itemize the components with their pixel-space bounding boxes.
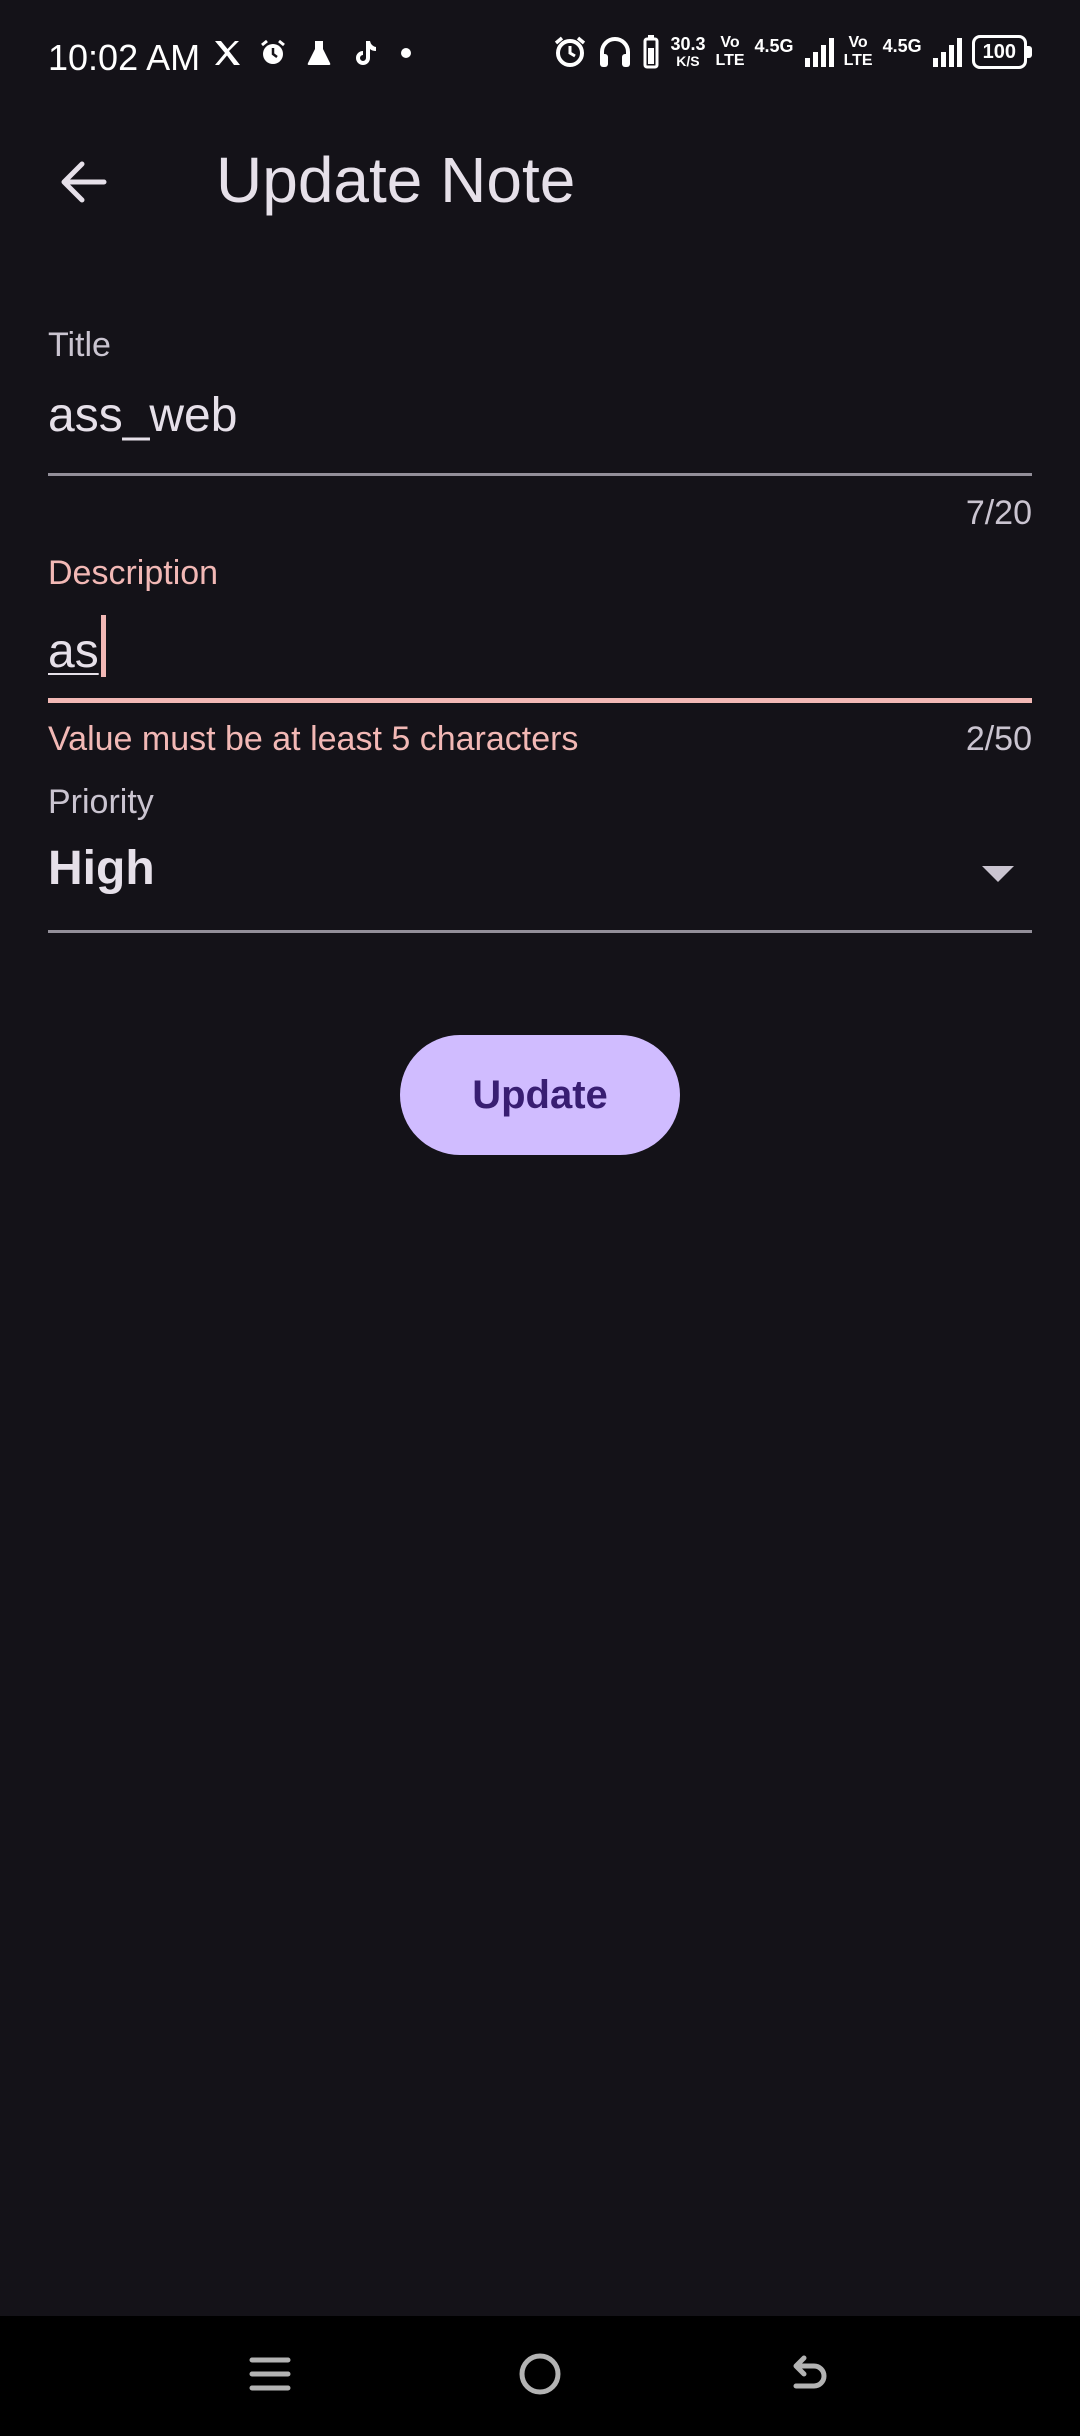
description-input[interactable]: as	[48, 615, 106, 681]
signal-icon	[804, 36, 834, 68]
recent-apps-button[interactable]	[234, 2340, 306, 2412]
title-input[interactable]: ass_web	[48, 387, 237, 445]
nav-back-button[interactable]	[774, 2340, 846, 2412]
network-type-1: 4.5G	[754, 36, 794, 56]
dropdown-arrow-icon[interactable]	[982, 866, 1014, 882]
app-bar: Update Note	[0, 118, 1080, 238]
page-title: Update Note	[216, 144, 576, 216]
title-underline	[48, 473, 1032, 476]
home-button[interactable]	[504, 2340, 576, 2412]
description-underline	[48, 698, 1032, 703]
x-icon	[212, 38, 242, 68]
signal-icon	[932, 36, 962, 68]
back-icon	[786, 2350, 834, 2403]
arrow-left-icon	[56, 154, 112, 215]
title-counter: 7/20	[965, 494, 1032, 532]
volte-top: Vo	[848, 34, 868, 51]
alarm-icon	[552, 34, 588, 70]
description-counter: 2/50	[965, 720, 1032, 758]
notification-icons	[212, 38, 416, 68]
dot-icon	[396, 38, 416, 68]
alarm-icon	[258, 38, 288, 68]
network-speed-value: 30.3	[670, 34, 706, 54]
title-field[interactable]: Title ass_web 7/20	[48, 325, 1032, 532]
volte-indicator-1: Vo LTE	[716, 34, 745, 70]
description-value: as	[48, 625, 99, 678]
menu-icon	[248, 2352, 292, 2401]
system-icons: 30.3 K/S Vo LTE 4.5G Vo LTE 4.5G 100	[552, 34, 1032, 70]
network-speed: 30.3 K/S	[670, 35, 705, 69]
description-label: Description	[48, 554, 219, 592]
description-field[interactable]: Description as Value must be at least 5 …	[48, 553, 1032, 763]
description-error-text: Value must be at least 5 characters	[48, 720, 579, 758]
battery-level: 100	[971, 35, 1027, 69]
home-icon	[516, 2350, 564, 2403]
title-label: Title	[48, 326, 111, 364]
battery-indicator: 100	[971, 35, 1032, 69]
back-button[interactable]	[40, 140, 128, 228]
volte-indicator-2: Vo LTE	[844, 34, 873, 70]
priority-dropdown[interactable]: Priority High	[48, 782, 1032, 934]
headphones-icon	[598, 34, 632, 70]
priority-value: High	[48, 842, 155, 895]
volte-bottom: LTE	[715, 52, 745, 69]
status-time: 10:02 AM	[48, 37, 201, 78]
priority-underline	[48, 930, 1032, 933]
network-type-2: 4.5G	[882, 36, 922, 56]
priority-label: Priority	[48, 783, 154, 821]
text-cursor	[100, 615, 106, 677]
battery-saver-icon	[642, 34, 660, 70]
volte-bottom: LTE	[843, 52, 873, 69]
status-bar: 10:02 AM 30.3 K/S Vo LTE 4.5G Vo LTE 4.5…	[0, 0, 1080, 118]
flask-icon	[304, 38, 334, 68]
update-button[interactable]: Update	[400, 1035, 680, 1155]
system-nav-bar	[0, 2316, 1080, 2436]
volte-top: Vo	[720, 34, 740, 51]
tiktok-icon	[350, 38, 380, 68]
network-speed-unit: K/S	[676, 53, 700, 69]
battery-tip	[1027, 46, 1032, 58]
